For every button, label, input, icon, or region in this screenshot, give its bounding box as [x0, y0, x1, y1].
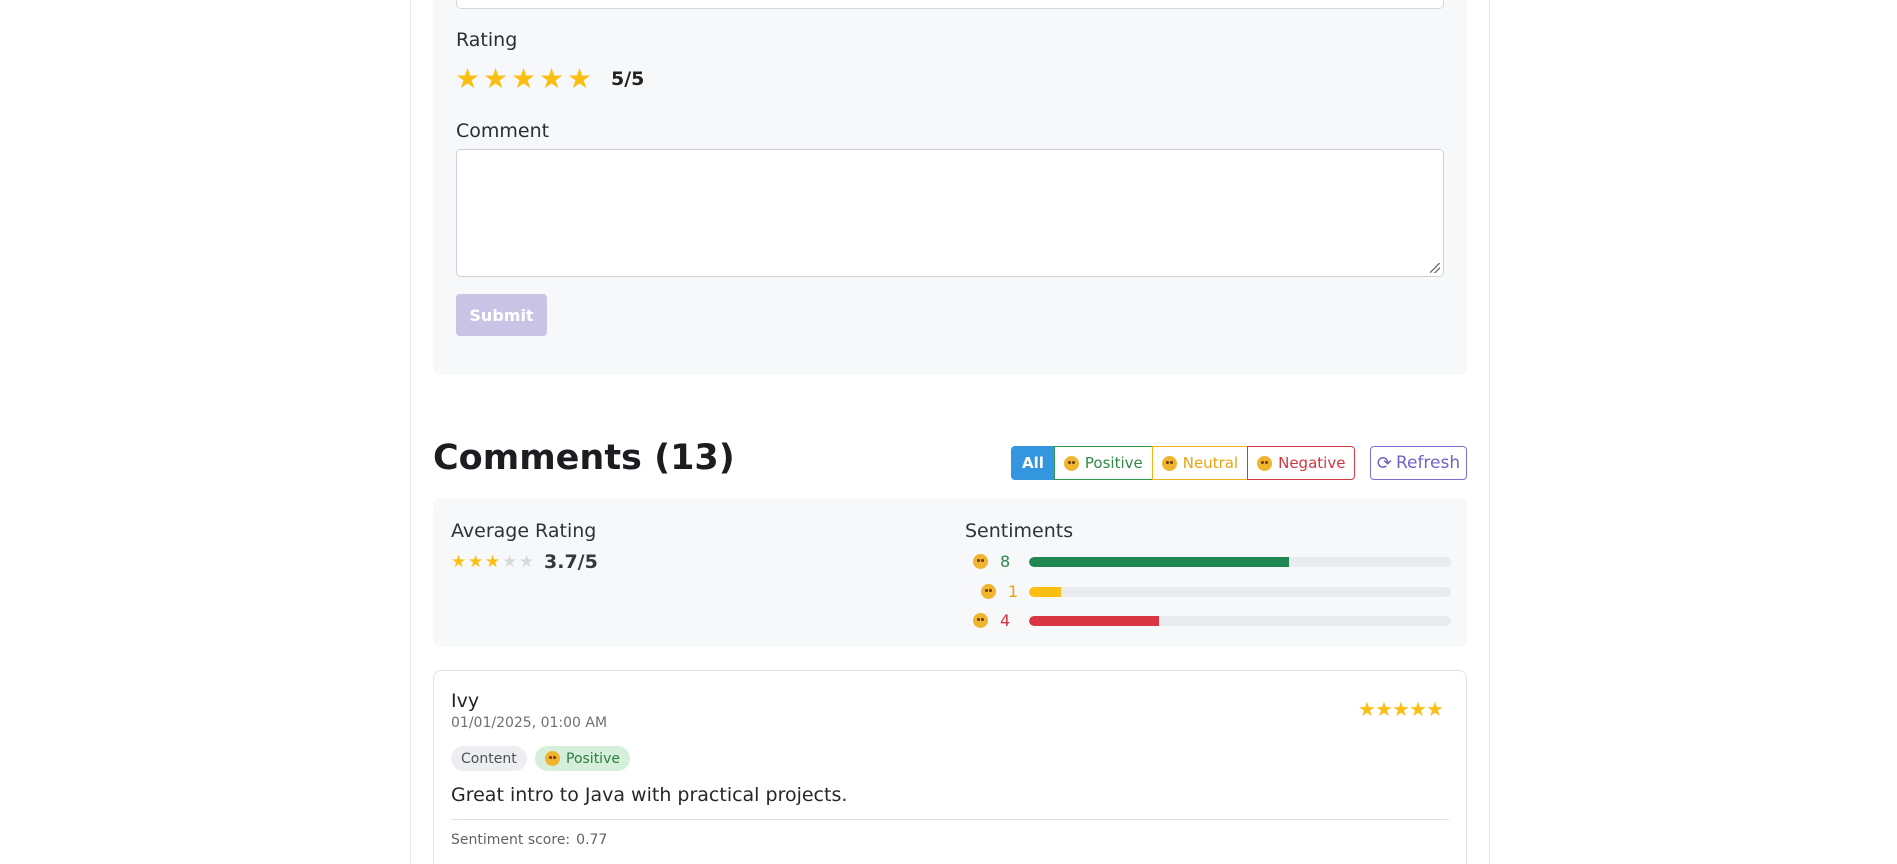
rating-selector: ★ ★ ★ ★ ★ 5/5: [455, 64, 644, 94]
filter-all-button[interactable]: All: [1011, 446, 1055, 480]
topic-tag: Content: [451, 746, 527, 771]
filter-all-label: All: [1022, 454, 1044, 472]
star-icon-5[interactable]: ★: [567, 64, 595, 94]
star-icon: ★: [451, 552, 467, 572]
refresh-label: Refresh: [1395, 453, 1461, 473]
sentiment-score-value: 0.77: [576, 832, 608, 848]
positive-bar-fill: [1029, 557, 1289, 567]
negative-count: 4: [1000, 610, 1011, 630]
filter-positive-button[interactable]: Positive: [1053, 446, 1153, 480]
smile-emoji-icon: [545, 751, 560, 766]
filter-negative-label: Negative: [1278, 454, 1346, 472]
positive-bar-track: [1029, 557, 1451, 567]
filter-neutral-button[interactable]: Neutral: [1151, 446, 1249, 480]
filter-neutral-label: Neutral: [1182, 454, 1239, 472]
refresh-button[interactable]: ⟳ Refresh: [1370, 446, 1467, 480]
star-icon-4[interactable]: ★: [539, 64, 567, 94]
star-icon: ★: [1392, 697, 1410, 721]
sad-emoji-icon: [973, 612, 988, 628]
star-icon: ★: [485, 552, 501, 572]
comment-text: Great intro to Java with practical proje…: [451, 784, 848, 806]
average-rating-value: 3.7/5: [544, 551, 598, 573]
sentiments-label: Sentiments: [965, 520, 1074, 542]
comment-author: Ivy: [451, 690, 480, 712]
smile-emoji-icon: [1063, 455, 1079, 471]
sentiment-score-label: Sentiment score:: [451, 832, 571, 848]
star-icon: ★: [1409, 697, 1427, 721]
sentiment-row-neutral: 1: [981, 580, 1451, 602]
sentiment-score: Sentiment score: 0.77: [451, 832, 607, 848]
neutral-bar-track: [1029, 587, 1451, 597]
resize-grip-icon[interactable]: [1430, 263, 1440, 273]
positive-count: 8: [1000, 551, 1011, 571]
comment-label: Comment: [456, 120, 550, 142]
sentiment-filter-group: All Positive Neutral Negative: [1011, 446, 1356, 480]
star-icon: ★: [1375, 697, 1393, 721]
star-icon: ★: [468, 552, 484, 572]
star-icon-1[interactable]: ★: [455, 64, 483, 94]
smile-emoji-icon: [973, 553, 988, 569]
neutral-emoji-icon: [981, 583, 996, 599]
sentiment-tag-label: Positive: [566, 750, 620, 767]
comment-rating: ★ ★ ★ ★ ★: [1358, 697, 1444, 721]
comments-title: Comments (13): [433, 438, 735, 478]
star-icon: ★: [1426, 697, 1444, 721]
negative-bar-track: [1029, 616, 1451, 626]
sentiment-tag: Positive: [535, 746, 630, 771]
star-icon: ★: [519, 552, 535, 572]
sentiment-row-negative: 4: [973, 609, 1451, 631]
rating-value: 5/5: [611, 68, 645, 90]
star-icon-3[interactable]: ★: [511, 64, 539, 94]
neutral-emoji-icon: [1161, 455, 1177, 471]
average-rating-label: Average Rating: [451, 520, 597, 542]
star-icon: ★: [1358, 697, 1376, 721]
average-rating: ★ ★ ★ ★ ★ 3.7/5: [451, 551, 598, 573]
star-icon-2[interactable]: ★: [483, 64, 511, 94]
rating-label: Rating: [456, 29, 518, 51]
neutral-bar-fill: [1029, 587, 1062, 597]
comment-textarea[interactable]: [456, 149, 1444, 277]
previous-input-field[interactable]: [456, 0, 1444, 9]
filter-negative-button[interactable]: Negative: [1247, 446, 1356, 480]
comment-date: 01/01/2025, 01:00 AM: [451, 715, 608, 731]
sad-emoji-icon: [1257, 455, 1273, 471]
negative-bar-fill: [1029, 616, 1159, 626]
comment-divider: [451, 819, 1449, 820]
filter-positive-label: Positive: [1084, 454, 1143, 472]
sentiment-row-positive: 8: [973, 550, 1451, 572]
submit-button[interactable]: Submit: [456, 294, 547, 336]
star-icon: ★: [502, 552, 518, 572]
refresh-icon: ⟳: [1376, 452, 1392, 474]
